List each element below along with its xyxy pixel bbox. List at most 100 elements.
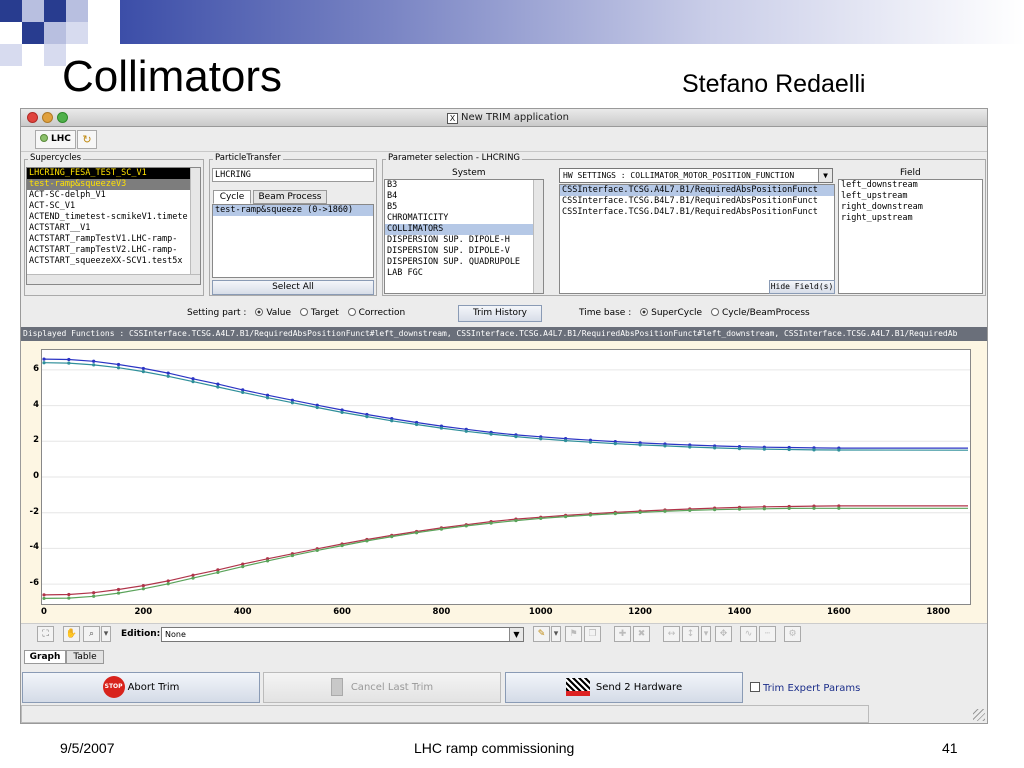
- hw-settings-select[interactable]: HW SETTINGS : COLLIMATOR_MOTOR_POSITION_…: [559, 168, 833, 183]
- list-item[interactable]: ACTEND_timetest-scmikeV1.timete: [27, 212, 200, 223]
- resize-grip-icon[interactable]: [973, 709, 985, 721]
- data-point[interactable]: [588, 440, 593, 444]
- edit-tool-menu-icon[interactable]: ▾: [551, 626, 561, 642]
- data-point[interactable]: [439, 527, 444, 531]
- list-item[interactable]: LAB FGC: [385, 268, 543, 279]
- data-point[interactable]: [837, 506, 841, 510]
- dashed-line-icon[interactable]: ┄: [759, 626, 776, 642]
- data-point[interactable]: [315, 405, 319, 410]
- minimize-window-button[interactable]: [42, 112, 53, 123]
- radio-target[interactable]: [299, 308, 308, 316]
- data-point[interactable]: [67, 592, 71, 597]
- series-line-2[interactable]: [43, 505, 968, 596]
- data-point[interactable]: [216, 382, 220, 386]
- series-line-3[interactable]: [43, 507, 968, 599]
- tab-graph[interactable]: Graph: [24, 650, 66, 664]
- parameter-list[interactable]: CSSInterface.TCSG.A4L7.B1/RequiredAbsPos…: [559, 184, 835, 294]
- list-item[interactable]: left_upstream: [839, 191, 982, 202]
- data-point[interactable]: [539, 516, 543, 521]
- edition-select[interactable]: None ▼: [161, 627, 524, 642]
- data-point[interactable]: [67, 596, 71, 600]
- tag-icon[interactable]: ⚑: [565, 626, 582, 642]
- data-point[interactable]: [439, 426, 444, 430]
- data-point[interactable]: [365, 415, 369, 419]
- data-point[interactable]: [713, 446, 717, 450]
- data-point[interactable]: [216, 570, 220, 574]
- list-item[interactable]: DISPERSION SUP. QUADRUPOLE: [385, 257, 543, 268]
- cycle-list[interactable]: test-ramp&squeeze (0->1860): [212, 204, 374, 278]
- list-item[interactable]: right_downstream: [839, 202, 982, 213]
- chevron-down-icon[interactable]: ▼: [818, 169, 832, 182]
- particle-transfer-field[interactable]: LHCRING: [212, 168, 374, 182]
- list-item[interactable]: B4: [385, 191, 543, 202]
- hide-fields-button[interactable]: Hide Field(s): [769, 280, 835, 294]
- data-point[interactable]: [688, 445, 692, 449]
- data-point[interactable]: [340, 543, 344, 548]
- edit-tool-icon[interactable]: ✎: [533, 626, 550, 642]
- data-point[interactable]: [92, 363, 96, 367]
- system-list[interactable]: B3 B4 B5 CHROMATICITY COLLIMATORS DISPER…: [384, 179, 544, 294]
- data-point[interactable]: [613, 512, 617, 516]
- supercycles-vscrollbar[interactable]: [190, 168, 200, 274]
- data-point[interactable]: [265, 396, 270, 400]
- smooth-icon[interactable]: ∿: [740, 626, 757, 642]
- refresh-icon[interactable]: ↻: [77, 130, 97, 149]
- system-vscrollbar[interactable]: [533, 180, 543, 293]
- list-item[interactable]: ACTSTART_rampTestV1.LHC-ramp-: [27, 234, 200, 245]
- data-point[interactable]: [464, 429, 468, 433]
- data-point[interactable]: [390, 419, 394, 423]
- plot-area[interactable]: [41, 349, 971, 605]
- data-point[interactable]: [116, 362, 121, 367]
- list-item[interactable]: CHROMATICITY: [385, 213, 543, 224]
- list-item[interactable]: ACTSTART_squeezeXX-SCV1.test5x: [27, 256, 200, 267]
- list-item[interactable]: CSSInterface.TCSG.B4L7.B1/RequiredAbsPos…: [560, 196, 834, 207]
- data-point[interactable]: [812, 506, 816, 510]
- list-item[interactable]: DISPERSION SUP. DIPOLE-H: [385, 235, 543, 246]
- list-item[interactable]: left_downstream: [839, 180, 982, 191]
- list-item[interactable]: ACTSTART__V1: [27, 223, 200, 234]
- data-point[interactable]: [489, 432, 493, 436]
- data-point[interactable]: [464, 524, 468, 528]
- data-point[interactable]: [116, 591, 121, 595]
- data-point[interactable]: [787, 506, 791, 511]
- data-point[interactable]: [762, 507, 766, 511]
- data-point[interactable]: [737, 447, 742, 451]
- data-point[interactable]: [216, 385, 220, 389]
- data-point[interactable]: [390, 535, 394, 539]
- data-point[interactable]: [67, 361, 71, 365]
- data-point[interactable]: [265, 559, 270, 563]
- data-point[interactable]: [514, 518, 518, 523]
- data-point[interactable]: [787, 447, 791, 452]
- add-point-icon[interactable]: ✚: [614, 626, 631, 642]
- data-point[interactable]: [414, 531, 419, 535]
- radio-supercycle[interactable]: [640, 308, 649, 316]
- data-point[interactable]: [290, 553, 294, 558]
- cancel-last-trim-button[interactable]: Cancel Last Trim: [263, 672, 501, 703]
- data-point[interactable]: [141, 583, 145, 588]
- copy-icon[interactable]: ❐: [584, 626, 601, 642]
- zoom-window-button[interactable]: [57, 112, 68, 123]
- radio-correction[interactable]: [347, 308, 356, 316]
- send-2-hardware-button[interactable]: Send 2 Hardware: [505, 672, 743, 703]
- trim-history-button[interactable]: Trim History: [458, 305, 542, 322]
- data-point[interactable]: [42, 361, 46, 365]
- list-item[interactable]: right_upstream: [839, 213, 982, 224]
- list-item[interactable]: ACTSTART_rampTestV2.LHC-ramp-: [27, 245, 200, 256]
- list-item[interactable]: LHCRING_FESA_TEST_SC_V1: [27, 168, 200, 179]
- list-item[interactable]: test-ramp&squeeze (0->1860): [213, 205, 373, 216]
- data-point[interactable]: [564, 438, 568, 443]
- zoom-icon[interactable]: ⌕: [83, 626, 100, 642]
- delete-point-icon[interactable]: ✖: [633, 626, 650, 642]
- data-point[interactable]: [688, 508, 692, 512]
- radio-value[interactable]: [255, 308, 264, 316]
- field-list[interactable]: left_downstream left_upstream right_down…: [838, 179, 983, 294]
- close-window-button[interactable]: [27, 112, 38, 123]
- data-point[interactable]: [166, 374, 170, 378]
- data-point[interactable]: [365, 539, 369, 543]
- fit-view-icon[interactable]: ⛶: [37, 626, 54, 642]
- list-item[interactable]: DISPERSION SUP. DIPOLE-V: [385, 246, 543, 257]
- tab-cycle[interactable]: Cycle: [213, 190, 251, 204]
- data-point[interactable]: [340, 410, 344, 414]
- data-point[interactable]: [737, 507, 742, 511]
- list-item[interactable]: B5: [385, 202, 543, 213]
